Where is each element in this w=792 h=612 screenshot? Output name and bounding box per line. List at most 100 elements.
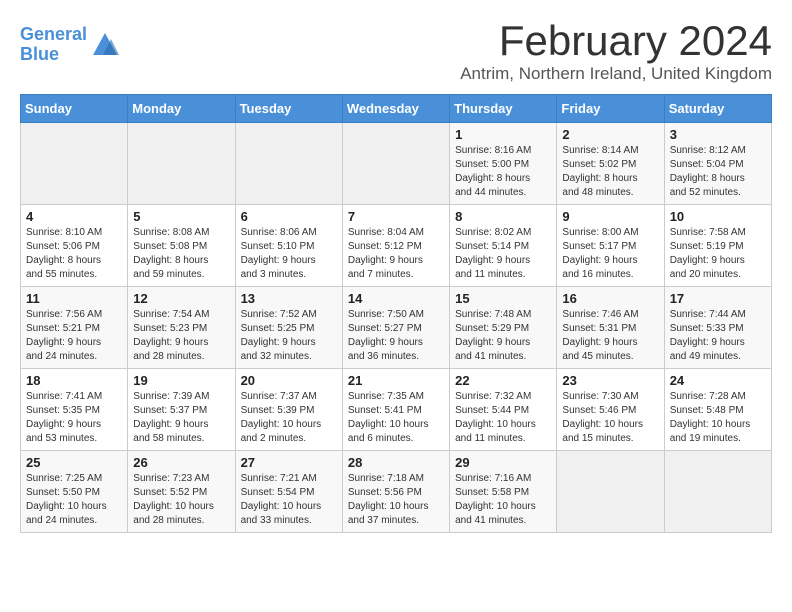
logo: General Blue (20, 25, 119, 65)
location: Antrim, Northern Ireland, United Kingdom (460, 64, 772, 84)
day-info: Sunrise: 8:04 AM Sunset: 5:12 PM Dayligh… (348, 226, 444, 282)
day-number: 2 (562, 127, 658, 142)
day-number: 6 (241, 209, 337, 224)
calendar-cell (664, 451, 771, 533)
day-info: Sunrise: 7:18 AM Sunset: 5:56 PM Dayligh… (348, 472, 444, 528)
calendar-cell: 15Sunrise: 7:48 AM Sunset: 5:29 PM Dayli… (450, 287, 557, 369)
calendar-cell: 2 Sunrise: 8:14 AM Sunset: 5:02 PM Daylig… (557, 123, 664, 205)
calendar-cell: 9Sunrise: 8:00 AM Sunset: 5:17 PM Daylig… (557, 205, 664, 287)
calendar-cell: 7 Sunrise: 8:04 AM Sunset: 5:12 PM Daylig… (342, 205, 449, 287)
day-info: Sunrise: 7:41 AM Sunset: 5:35 PM Dayligh… (26, 390, 122, 446)
day-number: 22 (455, 373, 551, 388)
calendar-cell: 14 Sunrise: 7:50 AM Sunset: 5:27 PM Dayli… (342, 287, 449, 369)
day-info: Sunrise: 7:28 AM Sunset: 5:48 PM Dayligh… (670, 390, 766, 446)
day-number: 4 (26, 209, 122, 224)
day-number: 8 (455, 209, 551, 224)
day-header-saturday: Saturday (664, 95, 771, 123)
logo-text: General Blue (20, 25, 87, 65)
day-number: 14 (348, 291, 444, 306)
day-info: Sunrise: 7:39 AM Sunset: 5:37 PM Dayligh… (133, 390, 229, 446)
day-info: Sunrise: 7:16 AM Sunset: 5:58 PM Dayligh… (455, 472, 551, 528)
calendar-cell (235, 123, 342, 205)
day-info: Sunrise: 8:10 AM Sunset: 5:06 PM Dayligh… (26, 226, 122, 282)
calendar-cell: 25Sunrise: 7:25 AM Sunset: 5:50 PM Dayli… (21, 451, 128, 533)
day-header-thursday: Thursday (450, 95, 557, 123)
calendar-cell: 13Sunrise: 7:52 AM Sunset: 5:25 PM Dayli… (235, 287, 342, 369)
day-info: Sunrise: 7:56 AM Sunset: 5:21 PM Dayligh… (26, 308, 122, 364)
day-header-sunday: Sunday (21, 95, 128, 123)
calendar-week-1: 1 Sunrise: 8:16 AM Sunset: 5:00 PM Daylig… (21, 123, 772, 205)
day-info: Sunrise: 7:52 AM Sunset: 5:25 PM Dayligh… (241, 308, 337, 364)
month-title: February 2024 (460, 20, 772, 62)
calendar-week-3: 11Sunrise: 7:56 AM Sunset: 5:21 PM Dayli… (21, 287, 772, 369)
page-header: General Blue February 2024 Antrim, North… (20, 20, 772, 84)
day-number: 21 (348, 373, 444, 388)
day-info: Sunrise: 8:06 AM Sunset: 5:10 PM Dayligh… (241, 226, 337, 282)
day-number: 7 (348, 209, 444, 224)
day-number: 24 (670, 373, 766, 388)
day-info: Sunrise: 8:14 AM Sunset: 5:02 PM Dayligh… (562, 144, 658, 200)
day-number: 1 (455, 127, 551, 142)
day-info: Sunrise: 8:12 AM Sunset: 5:04 PM Dayligh… (670, 144, 766, 200)
day-header-friday: Friday (557, 95, 664, 123)
day-info: Sunrise: 8:08 AM Sunset: 5:08 PM Dayligh… (133, 226, 229, 282)
calendar-cell: 26Sunrise: 7:23 AM Sunset: 5:52 PM Dayli… (128, 451, 235, 533)
calendar-cell: 12 Sunrise: 7:54 AM Sunset: 5:23 PM Dayli… (128, 287, 235, 369)
day-number: 29 (455, 455, 551, 470)
day-number: 12 (133, 291, 229, 306)
day-info: Sunrise: 7:54 AM Sunset: 5:23 PM Dayligh… (133, 308, 229, 364)
calendar-cell: 11Sunrise: 7:56 AM Sunset: 5:21 PM Dayli… (21, 287, 128, 369)
calendar-cell: 16 Sunrise: 7:46 AM Sunset: 5:31 PM Dayli… (557, 287, 664, 369)
calendar-week-5: 25Sunrise: 7:25 AM Sunset: 5:50 PM Dayli… (21, 451, 772, 533)
calendar-cell: 18 Sunrise: 7:41 AM Sunset: 5:35 PM Dayli… (21, 369, 128, 451)
day-info: Sunrise: 7:58 AM Sunset: 5:19 PM Dayligh… (670, 226, 766, 282)
day-number: 15 (455, 291, 551, 306)
day-number: 26 (133, 455, 229, 470)
calendar-cell: 24 Sunrise: 7:28 AM Sunset: 5:48 PM Dayli… (664, 369, 771, 451)
day-number: 16 (562, 291, 658, 306)
day-number: 25 (26, 455, 122, 470)
day-info: Sunrise: 7:44 AM Sunset: 5:33 PM Dayligh… (670, 308, 766, 364)
calendar-cell (557, 451, 664, 533)
day-number: 19 (133, 373, 229, 388)
day-info: Sunrise: 8:16 AM Sunset: 5:00 PM Dayligh… (455, 144, 551, 200)
day-info: Sunrise: 7:35 AM Sunset: 5:41 PM Dayligh… (348, 390, 444, 446)
calendar-cell: 19 Sunrise: 7:39 AM Sunset: 5:37 PM Dayli… (128, 369, 235, 451)
day-info: Sunrise: 7:30 AM Sunset: 5:46 PM Dayligh… (562, 390, 658, 446)
calendar-cell (21, 123, 128, 205)
calendar-cell: 22Sunrise: 7:32 AM Sunset: 5:44 PM Dayli… (450, 369, 557, 451)
calendar-cell (342, 123, 449, 205)
calendar-cell: 27 Sunrise: 7:21 AM Sunset: 5:54 PM Dayli… (235, 451, 342, 533)
calendar-cell (128, 123, 235, 205)
day-header-monday: Monday (128, 95, 235, 123)
calendar-cell: 17 Sunrise: 7:44 AM Sunset: 5:33 PM Dayli… (664, 287, 771, 369)
calendar-cell: 10Sunrise: 7:58 AM Sunset: 5:19 PM Dayli… (664, 205, 771, 287)
title-block: February 2024 Antrim, Northern Ireland, … (460, 20, 772, 84)
calendar-week-4: 18 Sunrise: 7:41 AM Sunset: 5:35 PM Dayli… (21, 369, 772, 451)
day-number: 20 (241, 373, 337, 388)
day-info: Sunrise: 8:02 AM Sunset: 5:14 PM Dayligh… (455, 226, 551, 282)
day-info: Sunrise: 7:46 AM Sunset: 5:31 PM Dayligh… (562, 308, 658, 364)
calendar-week-2: 4 Sunrise: 8:10 AM Sunset: 5:06 PM Daylig… (21, 205, 772, 287)
day-number: 18 (26, 373, 122, 388)
day-number: 27 (241, 455, 337, 470)
day-info: Sunrise: 7:50 AM Sunset: 5:27 PM Dayligh… (348, 308, 444, 364)
calendar-cell: 21 Sunrise: 7:35 AM Sunset: 5:41 PM Dayli… (342, 369, 449, 451)
calendar-cell: 20 Sunrise: 7:37 AM Sunset: 5:39 PM Dayli… (235, 369, 342, 451)
calendar-table: SundayMondayTuesdayWednesdayThursdayFrid… (20, 94, 772, 533)
day-info: Sunrise: 7:21 AM Sunset: 5:54 PM Dayligh… (241, 472, 337, 528)
day-number: 28 (348, 455, 444, 470)
calendar-cell: 5Sunrise: 8:08 AM Sunset: 5:08 PM Daylig… (128, 205, 235, 287)
calendar-header-row: SundayMondayTuesdayWednesdayThursdayFrid… (21, 95, 772, 123)
day-number: 23 (562, 373, 658, 388)
calendar-cell: 23 Sunrise: 7:30 AM Sunset: 5:46 PM Dayli… (557, 369, 664, 451)
day-header-tuesday: Tuesday (235, 95, 342, 123)
day-info: Sunrise: 7:37 AM Sunset: 5:39 PM Dayligh… (241, 390, 337, 446)
day-number: 3 (670, 127, 766, 142)
calendar-cell: 6 Sunrise: 8:06 AM Sunset: 5:10 PM Daylig… (235, 205, 342, 287)
calendar-cell: 1 Sunrise: 8:16 AM Sunset: 5:00 PM Daylig… (450, 123, 557, 205)
calendar-cell: 3 Sunrise: 8:12 AM Sunset: 5:04 PM Daylig… (664, 123, 771, 205)
calendar-body: 1 Sunrise: 8:16 AM Sunset: 5:00 PM Daylig… (21, 123, 772, 533)
calendar-cell: 29 Sunrise: 7:16 AM Sunset: 5:58 PM Dayli… (450, 451, 557, 533)
day-number: 17 (670, 291, 766, 306)
